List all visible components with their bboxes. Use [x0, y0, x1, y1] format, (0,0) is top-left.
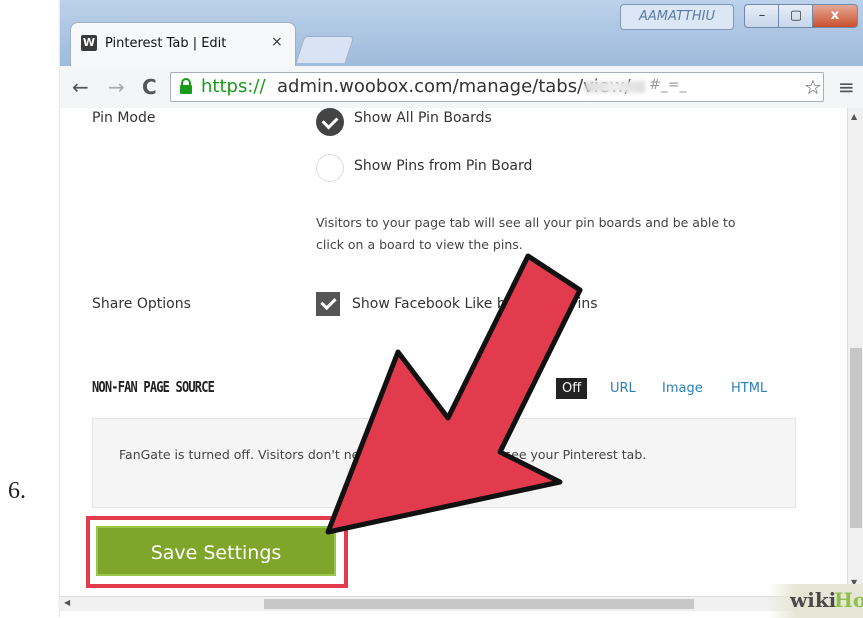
watermark-how: How [834, 588, 863, 612]
tab-title: Pinterest Tab | Edit [105, 36, 227, 51]
vertical-scroll-thumb[interactable] [850, 348, 862, 528]
lock-icon [180, 78, 192, 94]
horizontal-scroll-thumb[interactable] [264, 599, 694, 609]
browser-tab[interactable]: W Pinterest Tab | Edit × [70, 22, 296, 67]
horizontal-scrollbar[interactable]: ◀ [60, 596, 847, 611]
pointer-arrow [325, 253, 583, 535]
back-icon[interactable]: ← [72, 75, 89, 99]
minimize-button[interactable]: – [744, 4, 780, 28]
reload-icon[interactable]: C [142, 75, 157, 99]
url-path: admin.woobox.com/manage/tabs/view/ [277, 76, 631, 97]
title-bar: W Pinterest Tab | Edit × AAMATTHIU – ▢ x [60, 0, 863, 67]
woobox-favicon-icon: W [81, 35, 97, 51]
url-fragment: #_=_ [649, 77, 687, 93]
step-number: 6. [8, 478, 26, 504]
close-window-button[interactable]: x [812, 4, 858, 28]
new-tab-button[interactable] [295, 36, 355, 63]
user-profile-badge[interactable]: AAMATTHIU [620, 4, 734, 30]
watermark-wiki: wiki [790, 588, 837, 612]
scroll-up-icon[interactable]: ▲ [851, 112, 857, 121]
url-scheme: https:// [201, 76, 266, 97]
wikihow-watermark: wiki How [768, 584, 863, 618]
browser-window: W Pinterest Tab | Edit × AAMATTHIU – ▢ x… [60, 0, 863, 618]
address-bar[interactable]: https:// admin.woobox.com/manage/tabs/vi… [170, 72, 824, 102]
url-redacted [585, 81, 645, 93]
bookmark-star-icon[interactable]: ☆ [804, 75, 822, 99]
scroll-left-icon[interactable]: ◀ [64, 598, 70, 607]
maximize-button[interactable]: ▢ [778, 4, 814, 28]
page-content: Pin Mode Show All Pin Boards Show Pins f… [60, 108, 847, 596]
browser-toolbar: ← → C https:// admin.woobox.com/manage/t… [60, 66, 863, 109]
vertical-scrollbar[interactable]: ▲ ▼ [847, 108, 863, 596]
forward-icon[interactable]: → [108, 75, 125, 99]
menu-icon[interactable]: ≡ [838, 75, 855, 99]
tab-close-icon[interactable]: × [271, 34, 283, 50]
